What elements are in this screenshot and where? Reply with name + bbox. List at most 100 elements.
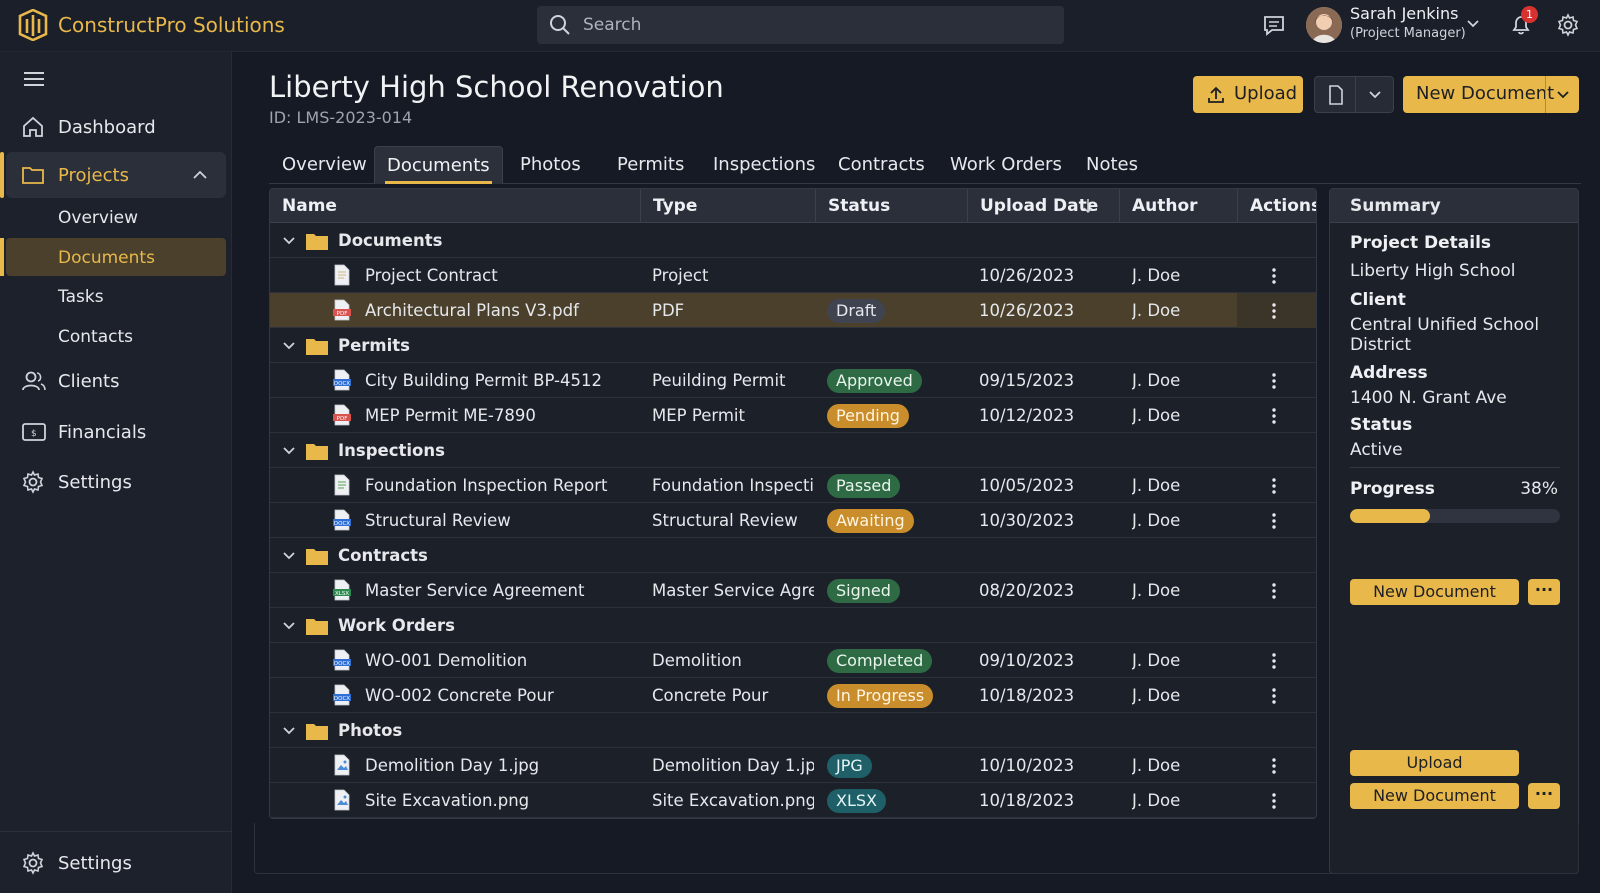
table-row[interactable]: Site Excavation.png Site Excavation.png XL…: [270, 783, 1316, 818]
summary-new-document-button[interactable]: New Document: [1350, 579, 1519, 605]
document-type: Peuilding Permit: [652, 371, 786, 390]
author: J. Doe: [1132, 686, 1181, 705]
chevron-down-icon[interactable]: [282, 724, 296, 738]
summary-title: Summary: [1330, 189, 1578, 223]
sidebar-sub-tasks[interactable]: Tasks: [58, 287, 104, 307]
svg-text:DOCX: DOCX: [334, 661, 350, 667]
chevron-up-icon[interactable]: [192, 167, 208, 183]
sidebar-sub-contacts[interactable]: Contacts: [58, 327, 133, 347]
chevron-down-icon[interactable]: [282, 549, 296, 563]
more-vertical-icon[interactable]: [1271, 757, 1277, 775]
author: J. Doe: [1132, 651, 1181, 670]
document-name[interactable]: Architectural Plans V3.pdf: [365, 293, 635, 328]
upload-date: 10/18/2023: [979, 791, 1075, 810]
column-type[interactable]: Type: [640, 189, 810, 223]
more-vertical-icon[interactable]: [1271, 267, 1277, 285]
more-vertical-icon[interactable]: [1271, 477, 1277, 495]
sidebar-bottom-settings[interactable]: Settings: [0, 840, 232, 886]
document-type: MEP Permit: [652, 406, 745, 425]
tab-overview[interactable]: Overview: [270, 146, 379, 184]
tab-photos[interactable]: Photos: [508, 146, 593, 184]
sidebar-item-projects[interactable]: Projects: [0, 152, 226, 198]
sidebar-item-label: Settings: [58, 852, 132, 874]
group-row[interactable]: Photos: [270, 713, 1316, 748]
group-row[interactable]: Work Orders: [270, 608, 1316, 643]
summary-upload-button[interactable]: Upload: [1350, 750, 1519, 776]
table-row[interactable]: PDF MEP Permit ME-7890 MEP Permit Pending 10…: [270, 398, 1316, 433]
table-row[interactable]: Demolition Day 1.jpg Demolition Day 1.jpg…: [270, 748, 1316, 783]
chevron-down-icon[interactable]: [282, 444, 296, 458]
column-status[interactable]: Status: [815, 189, 965, 223]
summary-new-document-button-2[interactable]: New Document: [1350, 783, 1519, 809]
search-input[interactable]: [583, 6, 1043, 44]
svg-text:DOCX: DOCX: [334, 521, 350, 527]
group-row[interactable]: Permits: [270, 328, 1316, 363]
column-author[interactable]: Author: [1119, 189, 1234, 223]
avatar[interactable]: [1306, 7, 1342, 43]
table-row[interactable]: XLSX Master Service Agreement Master Servi…: [270, 573, 1316, 608]
more-vertical-icon[interactable]: [1271, 687, 1277, 705]
document-name[interactable]: MEP Permit ME-7890: [365, 398, 635, 433]
document-name[interactable]: Foundation Inspection Report: [365, 468, 635, 503]
new-document-button[interactable]: New Document: [1403, 76, 1579, 113]
more-vertical-icon[interactable]: [1271, 512, 1277, 530]
chevron-down-icon[interactable]: [282, 234, 296, 248]
sidebar-item-financials[interactable]: $ Financials: [0, 409, 232, 455]
group-row[interactable]: Inspections: [270, 433, 1316, 468]
folder-icon: [22, 167, 44, 184]
table-row[interactable]: DOCX WO-001 Demolition Demolition Completed…: [270, 643, 1316, 678]
group-row[interactable]: Documents: [270, 223, 1316, 258]
tab-permits[interactable]: Permits: [605, 146, 696, 184]
more-vertical-icon[interactable]: [1271, 407, 1277, 425]
tab-work-orders[interactable]: Work Orders: [938, 146, 1074, 184]
summary-more-button[interactable]: ···: [1528, 579, 1560, 605]
table-row[interactable]: DOCX WO-002 Concrete Pour Concrete Pour In …: [270, 678, 1316, 713]
top-bar: ConstructPro Solutions Sarah Jenkins (Pr…: [0, 0, 1600, 52]
upload-date: 10/10/2023: [979, 756, 1075, 775]
search-bar[interactable]: [537, 6, 1064, 44]
notification-badge: 1: [1521, 6, 1538, 23]
table-row[interactable]: DOCX Structural Review Structural Review Aw…: [270, 503, 1316, 538]
tab-contracts[interactable]: Contracts: [826, 146, 937, 184]
table-row[interactable]: DOCX City Building Permit BP-4512 Peuildin…: [270, 363, 1316, 398]
sidebar-item-settings[interactable]: Settings: [0, 459, 232, 505]
table-header: Name Type Status Upload Date Author Acti…: [270, 189, 1316, 223]
document-name[interactable]: City Building Permit BP-4512: [365, 363, 635, 398]
chevron-down-icon[interactable]: [282, 619, 296, 633]
document-name[interactable]: Structural Review: [365, 503, 635, 538]
menu-icon[interactable]: [23, 70, 45, 88]
more-vertical-icon[interactable]: [1271, 372, 1277, 390]
document-name[interactable]: WO-001 Demolition: [365, 643, 635, 678]
more-vertical-icon[interactable]: [1271, 792, 1277, 810]
sidebar-item-clients[interactable]: Clients: [0, 358, 232, 404]
document-name[interactable]: Site Excavation.png: [365, 783, 635, 818]
tab-documents[interactable]: Documents: [374, 146, 503, 184]
document-name[interactable]: Demolition Day 1.jpg: [365, 748, 635, 783]
document-type-dropdown[interactable]: [1314, 76, 1394, 113]
more-vertical-icon[interactable]: [1271, 652, 1277, 670]
chevron-down-icon[interactable]: [1466, 17, 1480, 31]
column-name[interactable]: Name: [270, 189, 640, 223]
chevron-down-icon[interactable]: [282, 339, 296, 353]
sidebar-sub-overview[interactable]: Overview: [58, 208, 138, 228]
table-row[interactable]: Project Contract Project 10/26/2023 J. Doe: [270, 258, 1316, 293]
message-icon[interactable]: [1263, 14, 1285, 36]
gear-icon[interactable]: [1556, 13, 1580, 37]
document-name[interactable]: Project Contract: [365, 258, 635, 293]
tab-notes[interactable]: Notes: [1074, 146, 1150, 184]
sidebar-item-dashboard[interactable]: Dashboard: [0, 104, 232, 150]
group-row[interactable]: Contracts: [270, 538, 1316, 573]
table-row[interactable]: Foundation Inspection Report Foundation I…: [270, 468, 1316, 503]
tab-inspections[interactable]: Inspections: [701, 146, 827, 184]
table-row[interactable]: PDF Architectural Plans V3.pdf PDF Draft 10/…: [270, 293, 1316, 328]
summary-more-button-2[interactable]: ···: [1528, 783, 1560, 809]
document-name[interactable]: WO-002 Concrete Pour: [365, 678, 635, 713]
sidebar-sub-documents[interactable]: Documents: [58, 248, 155, 268]
upload-button[interactable]: Upload: [1193, 76, 1303, 113]
document-name[interactable]: Master Service Agreement: [365, 573, 635, 608]
column-upload-date[interactable]: Upload Date: [967, 189, 1117, 223]
more-vertical-icon[interactable]: [1271, 302, 1277, 320]
user-name[interactable]: Sarah Jenkins: [1350, 4, 1458, 23]
more-vertical-icon[interactable]: [1271, 582, 1277, 600]
chevron-down-icon[interactable]: [1556, 88, 1570, 102]
